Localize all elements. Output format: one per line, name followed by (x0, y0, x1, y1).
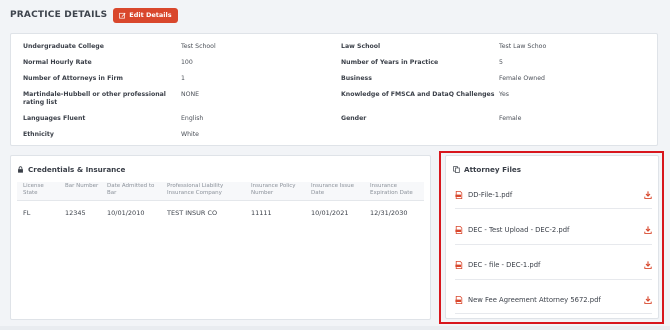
field-value: Yes (499, 91, 509, 98)
table-cell: TEST INSUR CO (167, 209, 218, 217)
credentials-title: Credentials & Insurance (17, 165, 125, 174)
lock-icon (18, 166, 23, 173)
page-header: PRACTICE DETAILS Edit Details (10, 7, 178, 23)
table-cell: 10/01/2010 (107, 209, 145, 217)
credentials-title-text: Credentials & Insurance (28, 165, 126, 174)
field-label: Knowledge of FMSCA and DataQ Challenges (341, 91, 495, 98)
field-value: Test School (181, 43, 216, 50)
practice-details-grid: Undergraduate College Test School Law Sc… (23, 43, 648, 147)
credentials-table: License State Bar Number Date Admitted t… (17, 182, 424, 217)
column-header: Professional Liability Insurance Company (161, 182, 245, 201)
table-header-row: License State Bar Number Date Admitted t… (17, 182, 424, 201)
table-cell: 12/31/2030 (370, 209, 408, 217)
column-header: Date Admitted to Bar (101, 182, 161, 201)
table-row: FL 12345 10/01/2010 TEST INSUR CO 11111 … (17, 201, 424, 217)
credentials-card: Credentials & Insurance License State Ba… (10, 155, 431, 320)
field-label: Ethnicity (23, 131, 54, 138)
field-label: Undergraduate College (23, 43, 104, 50)
practice-details-card: Undergraduate College Test School Law Sc… (10, 33, 658, 146)
field-label: Normal Hourly Rate (23, 59, 92, 66)
table-cell: FL (23, 209, 31, 217)
field-value: Test Law Schoo (499, 43, 547, 50)
field-value: 100 (181, 59, 193, 66)
page-title: PRACTICE DETAILS (10, 10, 108, 20)
field-value: English (181, 115, 204, 122)
edit-icon (119, 12, 126, 19)
column-header: Insurance Issue Date (305, 182, 364, 201)
field-label: Martindale-Hubbell or other professional… (23, 91, 166, 106)
edit-details-label: Edit Details (129, 11, 172, 19)
field-value: NONE (181, 91, 200, 98)
field-value: Female (499, 115, 522, 122)
field-value: 5 (499, 59, 503, 66)
edit-details-button[interactable]: Edit Details (113, 7, 178, 23)
field-label: Number of Years in Practice (341, 59, 439, 66)
table-cell: 11111 (251, 209, 272, 217)
field-label: Law School (341, 43, 381, 50)
table-cell: 10/01/2021 (311, 209, 349, 217)
page-footer-strip (0, 326, 670, 330)
field-label: Gender (341, 115, 367, 122)
column-header: License State (17, 182, 59, 201)
field-value: Female Owned (499, 75, 545, 82)
field-value: 1 (181, 75, 185, 82)
field-value: White (181, 131, 199, 138)
column-header: Bar Number (59, 182, 101, 201)
column-header: Insurance Policy Number (245, 182, 305, 201)
highlight-box (439, 151, 664, 324)
column-header: Insurance Expiration Date (364, 182, 424, 201)
table-cell: 12345 (65, 209, 86, 217)
field-label: Number of Attorneys in Firm (23, 75, 123, 82)
field-label: Languages Fluent (23, 115, 86, 122)
field-label: Business (341, 75, 372, 82)
